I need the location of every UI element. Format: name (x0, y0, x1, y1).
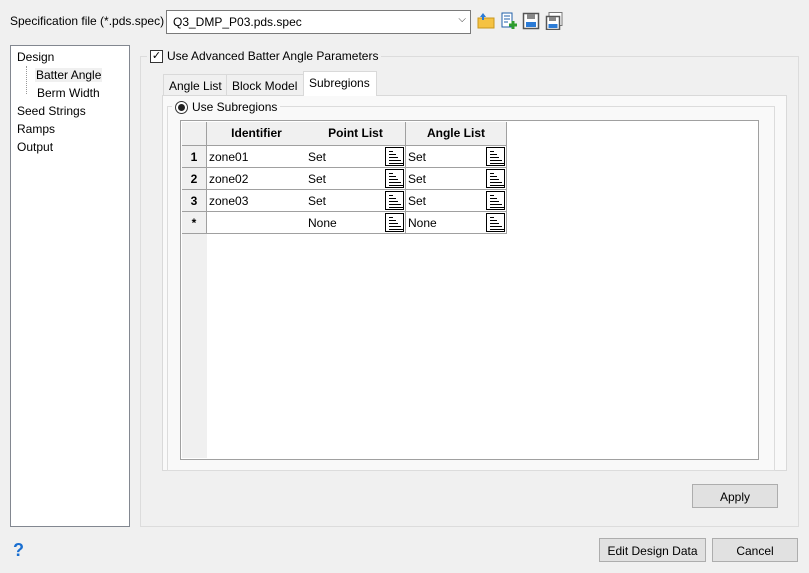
tree-item-design[interactable]: Design (17, 50, 54, 64)
row-number[interactable]: * (182, 212, 207, 234)
tree-item-berm-width[interactable]: Berm Width (37, 86, 100, 100)
open-folder-icon[interactable] (477, 12, 495, 30)
tree-item-batter-angle[interactable]: Batter Angle (35, 68, 103, 82)
identifier-cell[interactable] (207, 212, 307, 234)
point-list-value: Set (308, 194, 327, 208)
list-editor-icon[interactable] (385, 147, 404, 166)
subregions-radio[interactable] (175, 100, 188, 114)
advanced-label: Use Advanced Batter Angle Parameters (167, 49, 379, 63)
navigation-tree: Design Batter Angle Berm Width Seed Stri… (10, 45, 130, 527)
angle-list-cell[interactable]: Set (406, 190, 507, 212)
tree-item-seed-strings[interactable]: Seed Strings (17, 104, 86, 118)
corner-header (182, 122, 207, 146)
point-list-value: None (308, 216, 337, 230)
angle-list-value: Set (408, 172, 427, 186)
angle-list-cell[interactable]: Set (406, 146, 507, 168)
list-editor-icon[interactable] (486, 169, 505, 188)
column-header-0[interactable]: Identifier (207, 122, 307, 146)
tree-item-output[interactable]: Output (17, 140, 53, 154)
angle-list-cell[interactable]: None (406, 212, 507, 234)
spec-file-value: Q3_DMP_P03.pds.spec (173, 15, 302, 29)
point-list-value: Set (308, 150, 327, 164)
tab-subregions[interactable]: Subregions (303, 71, 377, 96)
cancel-button[interactable]: Cancel (712, 538, 798, 562)
help-icon[interactable]: ? (13, 540, 24, 561)
save-icon[interactable] (522, 12, 540, 30)
point-list-cell[interactable]: Set (306, 190, 406, 212)
tab-block-model[interactable]: Block Model (226, 74, 304, 96)
new-file-icon[interactable] (500, 12, 518, 30)
edit-design-data-button[interactable]: Edit Design Data (599, 538, 706, 562)
save-as-icon[interactable] (545, 12, 563, 30)
spec-file-combo[interactable]: Q3_DMP_P03.pds.spec ⌵ (166, 10, 471, 34)
advanced-checkbox-row[interactable]: ✓ Use Advanced Batter Angle Parameters (147, 49, 382, 63)
angle-list-value: None (408, 216, 437, 230)
angle-list-value: Set (408, 150, 427, 164)
identifier-cell[interactable]: zone03 (207, 190, 307, 212)
identifier-cell[interactable]: zone02 (207, 168, 307, 190)
subregions-radio-row[interactable]: Use Subregions (172, 100, 281, 114)
spec-file-label: Specification file (*.pds.spec) (10, 14, 165, 28)
list-editor-icon[interactable] (385, 191, 404, 210)
list-editor-icon[interactable] (385, 213, 404, 232)
point-list-cell[interactable]: Set (306, 146, 406, 168)
chevron-down-icon[interactable]: ⌵ (458, 14, 466, 25)
list-editor-icon[interactable] (486, 213, 505, 232)
tree-item-ramps[interactable]: Ramps (17, 122, 55, 136)
angle-list-cell[interactable]: Set (406, 168, 507, 190)
row-number[interactable]: 2 (182, 168, 207, 190)
advanced-checkbox[interactable]: ✓ (150, 49, 163, 63)
column-header-1[interactable]: Point List (306, 122, 406, 146)
point-list-cell[interactable]: Set (306, 168, 406, 190)
column-header-2[interactable]: Angle List (406, 122, 507, 146)
point-list-cell[interactable]: None (306, 212, 406, 234)
list-editor-icon[interactable] (385, 169, 404, 188)
row-number[interactable]: 1 (182, 146, 207, 168)
apply-button[interactable]: Apply (692, 484, 778, 508)
list-editor-icon[interactable] (486, 191, 505, 210)
tab-angle-list[interactable]: Angle List (163, 74, 227, 96)
subregions-label: Use Subregions (192, 100, 278, 114)
list-editor-icon[interactable] (486, 147, 505, 166)
point-list-value: Set (308, 172, 327, 186)
row-number[interactable]: 3 (182, 190, 207, 212)
identifier-cell[interactable]: zone01 (207, 146, 307, 168)
angle-list-value: Set (408, 194, 427, 208)
